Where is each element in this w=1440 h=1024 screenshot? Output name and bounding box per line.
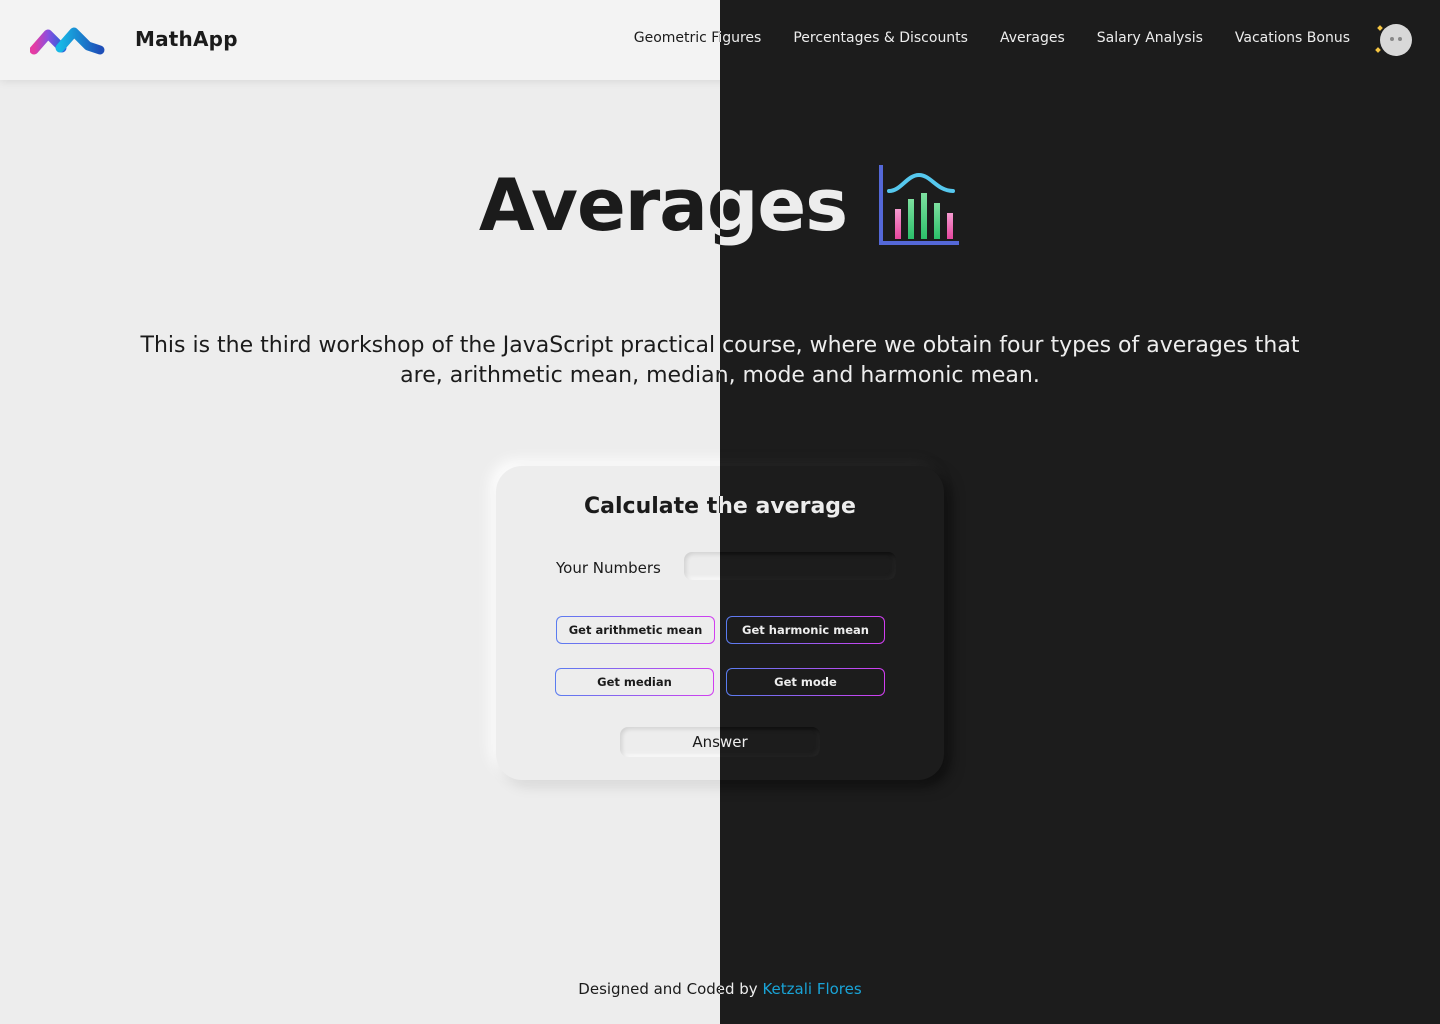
mode-button-label: Get mode bbox=[727, 669, 884, 695]
numbers-label: Your Numbers bbox=[556, 559, 661, 577]
nav-averages[interactable]: Averages bbox=[1000, 30, 1065, 46]
nav-vacations-bonus[interactable]: Vacations Bonus bbox=[1235, 30, 1350, 46]
author-link[interactable]: Ketzali Flores bbox=[762, 980, 861, 998]
arithmetic-mean-button[interactable]: Get arithmetic mean bbox=[556, 616, 715, 644]
harmonic-mean-button[interactable]: Get harmonic mean bbox=[726, 616, 885, 644]
nav-percentages-discounts[interactable]: Percentages & Discounts bbox=[793, 30, 968, 46]
mode-button[interactable]: Get mode bbox=[726, 668, 885, 696]
nav-salary-analysis[interactable]: Salary Analysis bbox=[1097, 30, 1203, 46]
brand-name[interactable]: MathApp bbox=[135, 27, 238, 51]
theme-toggle-moon-icon[interactable] bbox=[1375, 24, 1412, 56]
harmonic-mean-button-label: Get harmonic mean bbox=[727, 617, 884, 643]
mathapp-logo-icon[interactable] bbox=[30, 24, 106, 56]
median-button[interactable]: Get median bbox=[555, 668, 714, 696]
bar-chart-bell-curve-icon bbox=[879, 165, 960, 245]
arithmetic-mean-button-label: Get arithmetic mean bbox=[557, 617, 714, 643]
main-nav: Geometric Figures Percentages & Discount… bbox=[720, 30, 1350, 46]
median-button-label: Get median bbox=[556, 669, 713, 695]
